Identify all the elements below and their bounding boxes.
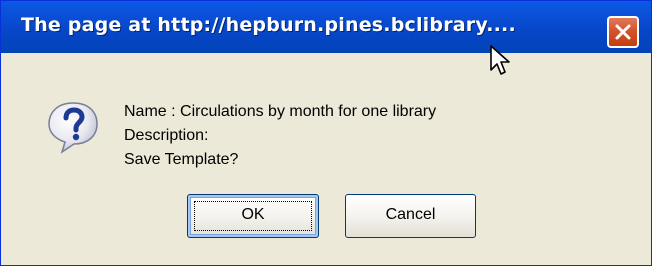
confirm-dialog: The page at http://hepburn.pines.bclibra…	[0, 0, 652, 266]
question-icon	[48, 102, 98, 154]
save-template-prompt: Save Template?	[124, 151, 239, 168]
arrow-cursor-icon	[490, 45, 510, 75]
template-description-line: Description:	[124, 127, 209, 144]
cancel-button-label: Cancel	[385, 206, 436, 223]
template-name-line: Name : Circulations by month for one lib…	[124, 103, 437, 120]
close-x-icon	[615, 24, 631, 40]
ok-button-label: OK	[241, 206, 265, 223]
cancel-button[interactable]: Cancel	[345, 194, 476, 238]
ok-button[interactable]: OK	[187, 194, 319, 238]
dialog-message: Name : Circulations by month for one lib…	[124, 100, 436, 172]
title-bar[interactable]: The page at http://hepburn.pines.bclibra…	[1, 1, 651, 53]
close-button[interactable]	[607, 16, 639, 48]
dialog-title: The page at http://hepburn.pines.bclibra…	[21, 14, 516, 36]
